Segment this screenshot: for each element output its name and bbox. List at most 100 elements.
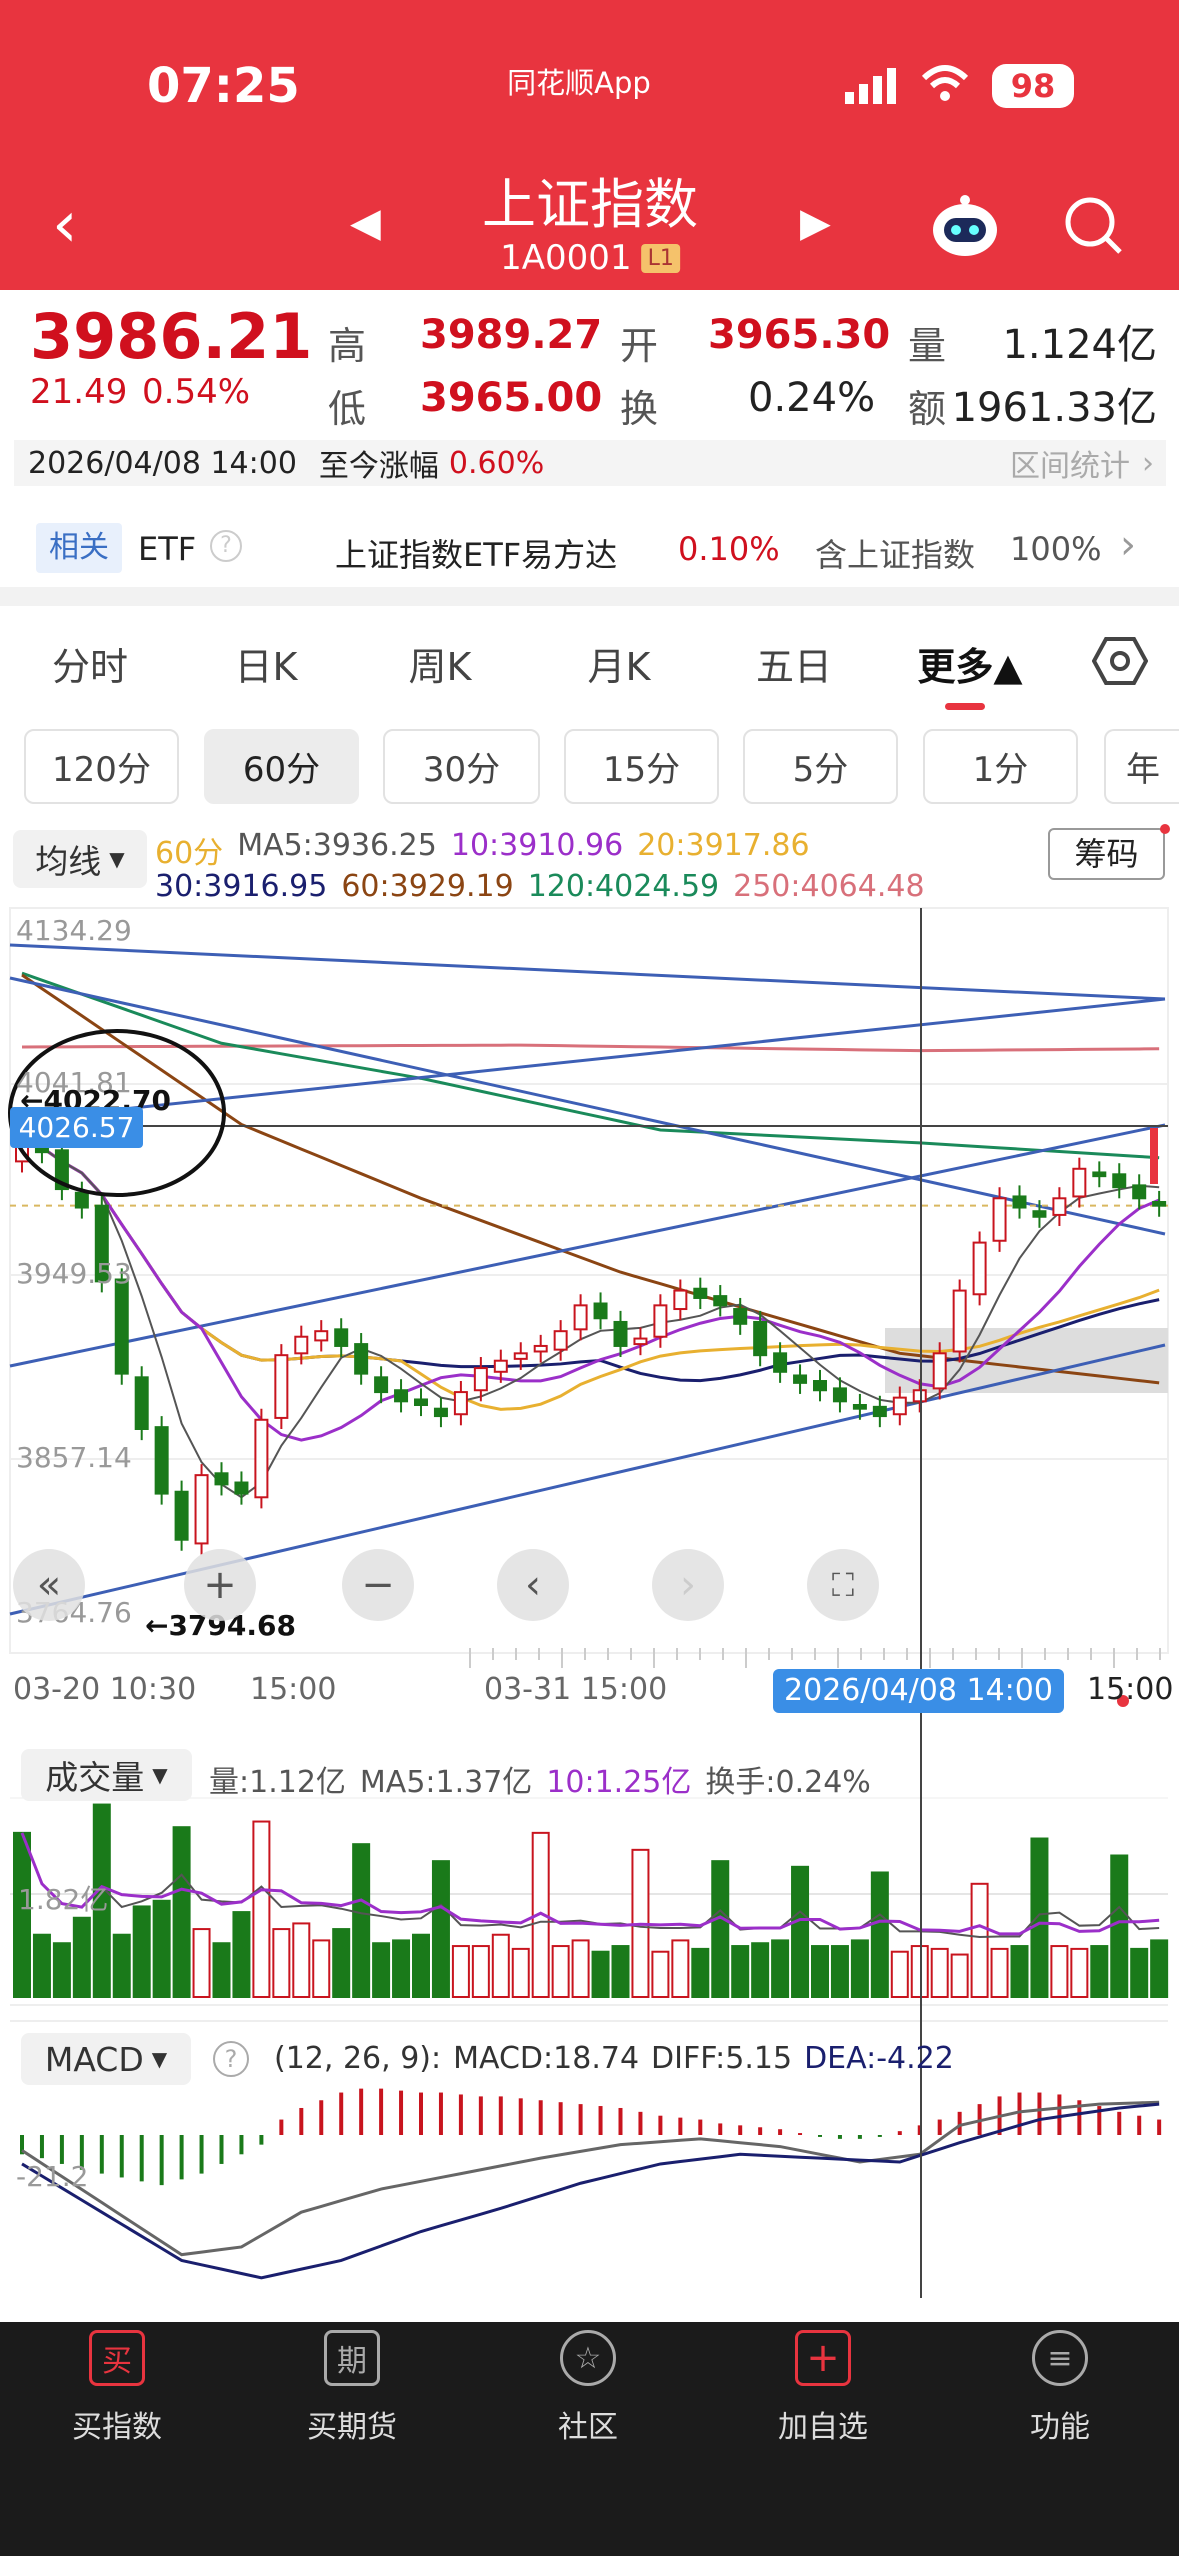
volume-bar-up [571, 1939, 590, 1999]
diff-value: DIFF:5.15 [651, 2041, 793, 2076]
volume-bar-up [272, 1928, 291, 1998]
nav-label: 功能 [1030, 2410, 1090, 2445]
volume-bar-down [132, 1905, 151, 1998]
volume-bar-up [511, 1947, 530, 1999]
candle-up [533, 1344, 548, 1353]
nav-label: 加自选 [778, 2410, 868, 2445]
candle-up [453, 1391, 468, 1416]
scroll-right-button[interactable]: › [652, 1549, 724, 1621]
volume-bar-down [412, 1933, 430, 1998]
volume-bar-down [1010, 1945, 1029, 1999]
kline-chart[interactable] [0, 0, 1179, 2320]
ma10-line [21, 1141, 1160, 1442]
candle-down [134, 1376, 149, 1430]
volume-bar-down [212, 1942, 231, 1998]
nav-add-watchlist[interactable]: + 加自选 [733, 2330, 913, 2446]
x-label: 03-20 10:30 [13, 1672, 197, 1707]
y-tick: 3949.53 [16, 1257, 132, 1290]
help-icon[interactable]: ? [213, 2041, 249, 2077]
volume-bar-up [890, 1950, 909, 1998]
trend-line [9, 1343, 1166, 1616]
x-label: 15:00 [250, 1672, 337, 1707]
candle-up [673, 1289, 688, 1311]
dea-value: DEA:-4.22 [804, 2041, 954, 2076]
candle-down [832, 1387, 847, 1403]
volume-bar-up [451, 1945, 470, 1999]
volume-bar-down [1030, 1837, 1049, 1999]
macd-indicator-selector[interactable]: MACD ▼ [21, 2033, 191, 2085]
volume-bar-down [771, 1939, 790, 1999]
macd-legend: (12, 26, 9): MACD:18.74 DIFF:5.15 DEA:-4… [274, 2041, 954, 2076]
candle-down [74, 1191, 89, 1209]
volume-ma10: 10:1.25亿 [546, 1765, 692, 1800]
volume-bar-down [1110, 1854, 1129, 1998]
volume-bar-up [930, 1947, 949, 1999]
nav-functions[interactable]: ≡ 功能 [970, 2330, 1150, 2446]
dropdown-icon: ▼ [151, 2047, 168, 2071]
candle-up [194, 1474, 209, 1545]
candle-up [653, 1304, 668, 1338]
volume-bar-up [910, 1945, 929, 1999]
candle-down [1032, 1210, 1047, 1218]
nav-community[interactable]: ☆ 社区 [498, 2330, 678, 2446]
price-panel-frame [9, 907, 1169, 1654]
volume-bar-up [292, 1922, 311, 1999]
candle-down [214, 1472, 229, 1486]
candle-down [114, 1278, 129, 1375]
volume-bar-down [711, 1860, 730, 1999]
dropdown-icon: ▼ [152, 1763, 168, 1787]
candle-down [1112, 1173, 1127, 1189]
candle-up [633, 1337, 648, 1346]
candle-down [354, 1343, 369, 1375]
candle-down [174, 1490, 189, 1541]
volume-bar-up [312, 1939, 331, 1999]
volume-bar-down [172, 1826, 191, 1998]
macd-value: MACD:18.74 [453, 2041, 640, 2076]
candle-down [394, 1389, 409, 1403]
volume-bar-up [671, 1939, 690, 1999]
plus-icon: + [795, 2330, 851, 2386]
y-tick: 4134.29 [16, 914, 132, 947]
volume-indicator-selector[interactable]: 成交量 ▼ [21, 1749, 192, 1801]
candle-up [952, 1289, 967, 1353]
candle-up [314, 1330, 329, 1342]
candle-down [713, 1295, 728, 1307]
candle-up [932, 1352, 947, 1390]
candle-up [254, 1418, 269, 1499]
candle-up [274, 1354, 289, 1419]
candle-up [992, 1197, 1007, 1242]
diff-line [21, 2100, 1160, 2257]
fullscreen-button[interactable]: ⛶ [807, 1549, 879, 1621]
x-label: 15:00 [1087, 1672, 1174, 1707]
volume-bar-down [811, 1945, 829, 1999]
volume-bar-down [791, 1865, 810, 1998]
volume-bar-down [850, 1939, 869, 1999]
zoom-in-button[interactable]: + [184, 1549, 256, 1621]
volume-bar-down [611, 1945, 630, 1999]
volume-bar-up [990, 1947, 1009, 1999]
futures-icon: 期 [324, 2330, 380, 2386]
volume-current: 量:1.12亿 [209, 1765, 346, 1800]
candle-down [693, 1287, 708, 1299]
candle-down [414, 1398, 428, 1407]
macd-params: (12, 26, 9): [274, 2041, 442, 2076]
volume-bar-down [731, 1945, 750, 1999]
scroll-left-button[interactable]: ‹ [497, 1549, 569, 1621]
volume-bar-up [192, 1928, 211, 1998]
candle-up [1052, 1197, 1067, 1216]
volume-y-tick: 1.82亿 [18, 1883, 109, 1916]
collapse-left-button[interactable]: « [13, 1549, 85, 1621]
macd-y-tick: -21.2 [16, 2160, 89, 2193]
price-edge-marker [1150, 1128, 1158, 1184]
nav-buy-index[interactable]: 买买指数 [27, 2330, 207, 2446]
volume-bar-down [232, 1911, 251, 1998]
ma250-line [21, 1043, 1160, 1053]
candle-down [433, 1407, 448, 1418]
trend-line [9, 943, 1166, 1001]
zoom-out-button[interactable]: − [342, 1549, 414, 1621]
nav-buy-futures[interactable]: 期买期货 [262, 2330, 442, 2446]
candle-up [1072, 1167, 1087, 1198]
buy-icon: 买 [89, 2330, 145, 2386]
star-icon: ☆ [560, 2330, 616, 2386]
cursor-time-label: 2026/04/08 14:00 [773, 1669, 1064, 1713]
